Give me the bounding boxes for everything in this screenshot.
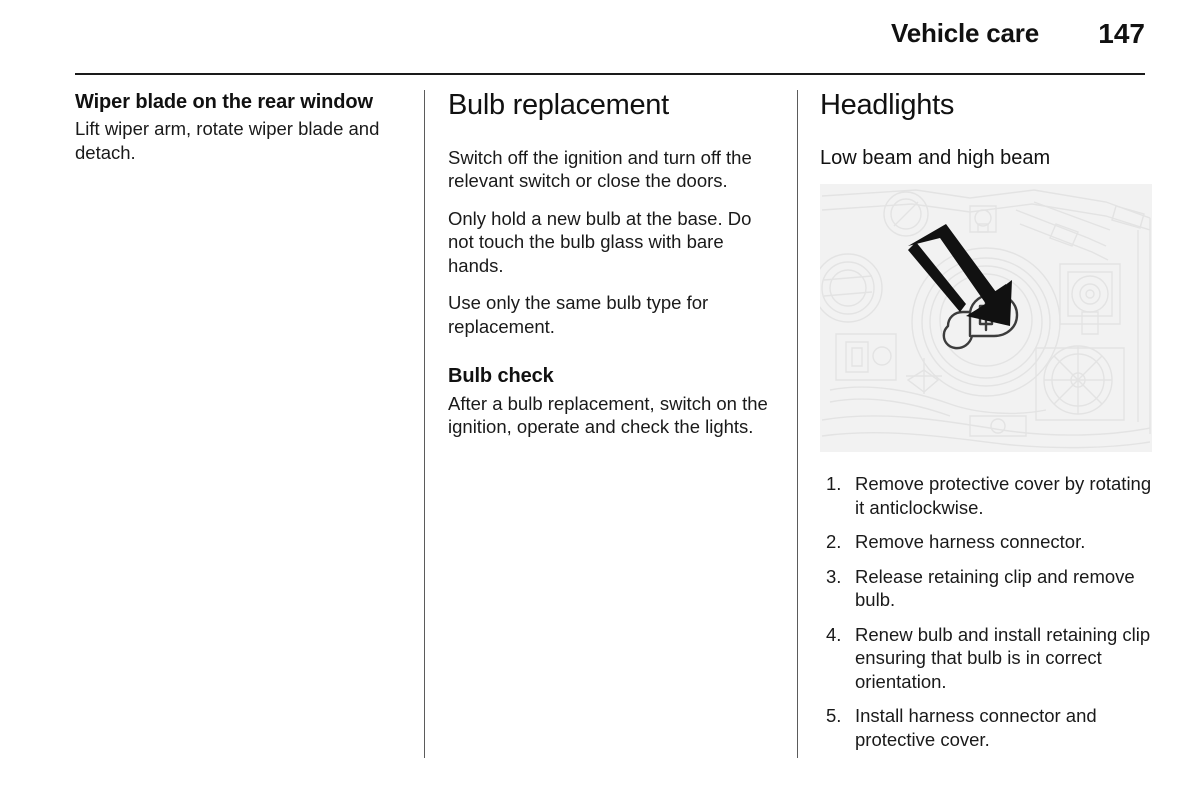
column-left: Wiper blade on the rear window Lift wipe… <box>75 90 411 164</box>
column-middle: Bulb replacement Switch off the ignition… <box>448 89 782 439</box>
list-item: Install harness connector and protective… <box>826 704 1097 750</box>
bulb-replacement-paragraph-2: Only hold a new bulb at the base. Do not… <box>448 207 752 276</box>
manual-page: Vehicle care 147 Wiper blade on the rear… <box>0 0 1200 802</box>
list-item: Release retaining clip and remove bulb. <box>826 565 1135 611</box>
headlight-assembly-illustration <box>820 184 1152 453</box>
header-rule <box>75 73 1145 75</box>
column-divider-right <box>797 90 798 758</box>
wiper-blade-paragraph: Lift wiper arm, rotate wiper blade and d… <box>75 118 380 163</box>
list-item: Renew bulb and install retaining clip en… <box>826 623 1151 692</box>
bulb-replacement-paragraph-1: Switch off the ignition and turn off the… <box>448 146 752 192</box>
list-item: Remove harness connector. <box>826 530 1086 554</box>
bulb-replacement-title: Bulb replacement <box>448 89 669 121</box>
page-number: 147 <box>1098 18 1145 49</box>
content-columns: Wiper blade on the rear window Lift wipe… <box>0 89 1200 760</box>
bulb-check-paragraph: After a bulb replacement, switch on the … <box>448 392 768 438</box>
wiper-blade-heading: Wiper blade on the rear window <box>75 91 373 113</box>
column-right: Headlights Low beam and high beam Remove… <box>820 89 1156 751</box>
bulb-replacement-paragraph-3: Use only the same bulb type for replacem… <box>448 292 709 337</box>
column-divider-left <box>424 90 425 758</box>
bulb-check-heading: Bulb check <box>448 365 554 388</box>
low-high-beam-subheading: Low beam and high beam <box>820 146 1051 169</box>
list-item: Remove protective cover by rotating it a… <box>826 472 1152 518</box>
headlights-title: Headlights <box>820 89 955 121</box>
headlight-bulb-steps: Remove protective cover by rotating it a… <box>820 472 1156 751</box>
page-title: Vehicle care <box>891 18 1039 48</box>
page-header: Vehicle care 147 <box>75 20 1145 66</box>
